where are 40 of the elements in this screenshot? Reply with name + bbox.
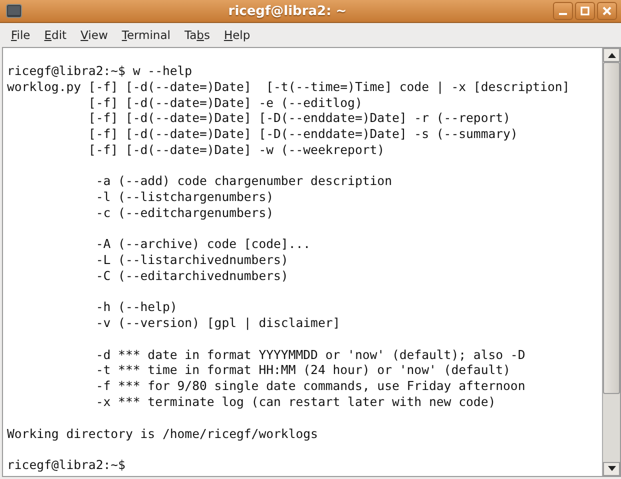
- terminal-line: -C (--editarchivednumbers): [94, 268, 288, 285]
- up-triangle-icon: [608, 52, 616, 58]
- menu-item[interactable]: Tabs: [177, 26, 217, 44]
- terminal-line: Working directory is /home/ricegf/worklogs: [7, 426, 318, 442]
- scroll-down-button[interactable]: [603, 462, 620, 476]
- terminal-line: [-f] [-d(--date=)Date] [-D(--enddate=)Date] -s (--summary): [87, 127, 518, 143]
- terminal-line: ricegf@libra2:~$: [7, 458, 126, 474]
- maximize-button[interactable]: [575, 2, 595, 20]
- terminal-line: -L (--listarchivednumbers): [94, 253, 288, 269]
- minimize-icon: [559, 13, 567, 15]
- terminal-line: -x *** terminate log (can restart later with new code): [94, 395, 496, 411]
- menu-item[interactable]: Help: [216, 26, 258, 44]
- close-button[interactable]: [597, 2, 617, 20]
- terminal-line: [-f] [-d(--date=)Date] -e (--editlog): [87, 96, 362, 112]
- scrollbar[interactable]: [602, 48, 620, 476]
- scroll-up-button[interactable]: [603, 48, 620, 62]
- menu-item[interactable]: File: [4, 26, 38, 44]
- terminal-line: -d *** date in format YYYYMMDD or 'now' (default); also -D: [94, 348, 526, 364]
- down-triangle-icon: [608, 466, 616, 472]
- terminal-line: -t *** time in format HH:MM (24 hour) or 'now' (default): [94, 363, 510, 380]
- terminal-line: ricegf@libra2:~$ w --help: [7, 64, 192, 80]
- terminal-line: -A (--archive) code [code]...: [94, 237, 311, 254]
- close-icon: [602, 6, 612, 16]
- terminal-line: [-f] [-d(--date=)Date] -w (--weekreport): [87, 142, 385, 159]
- terminal-line: -l (--listchargenumbers): [94, 190, 274, 206]
- terminal-line: worklog.py [-f] [-d(--date=)Date] [-t(--time=)Time] code | -x [description]: [7, 80, 570, 96]
- terminal-line: [-f] [-d(--date=)Date] [-D(--enddate=)Date] -r (--report): [87, 111, 510, 128]
- minimize-button[interactable]: [553, 2, 573, 20]
- maximize-icon: [580, 6, 590, 16]
- menu-item[interactable]: Edit: [37, 26, 74, 44]
- terminal-line: -v (--version) [gpl | disclaimer]: [94, 316, 340, 332]
- terminal-line: -c (--editchargenumbers): [94, 206, 274, 222]
- menu-item[interactable]: Terminal: [114, 26, 178, 44]
- scroll-thumb[interactable]: [603, 62, 620, 394]
- menu-item[interactable]: View: [74, 26, 115, 44]
- terminal-line: -f *** for 9/80 single date commands, use Friday afternoon: [94, 379, 526, 396]
- terminal-icon: [6, 4, 22, 18]
- terminal-line: -h (--help): [94, 300, 178, 316]
- window-title: ricegf@libra2: ~: [227, 4, 348, 18]
- terminal-line: -a (--add) code chargenumber description: [94, 174, 392, 190]
